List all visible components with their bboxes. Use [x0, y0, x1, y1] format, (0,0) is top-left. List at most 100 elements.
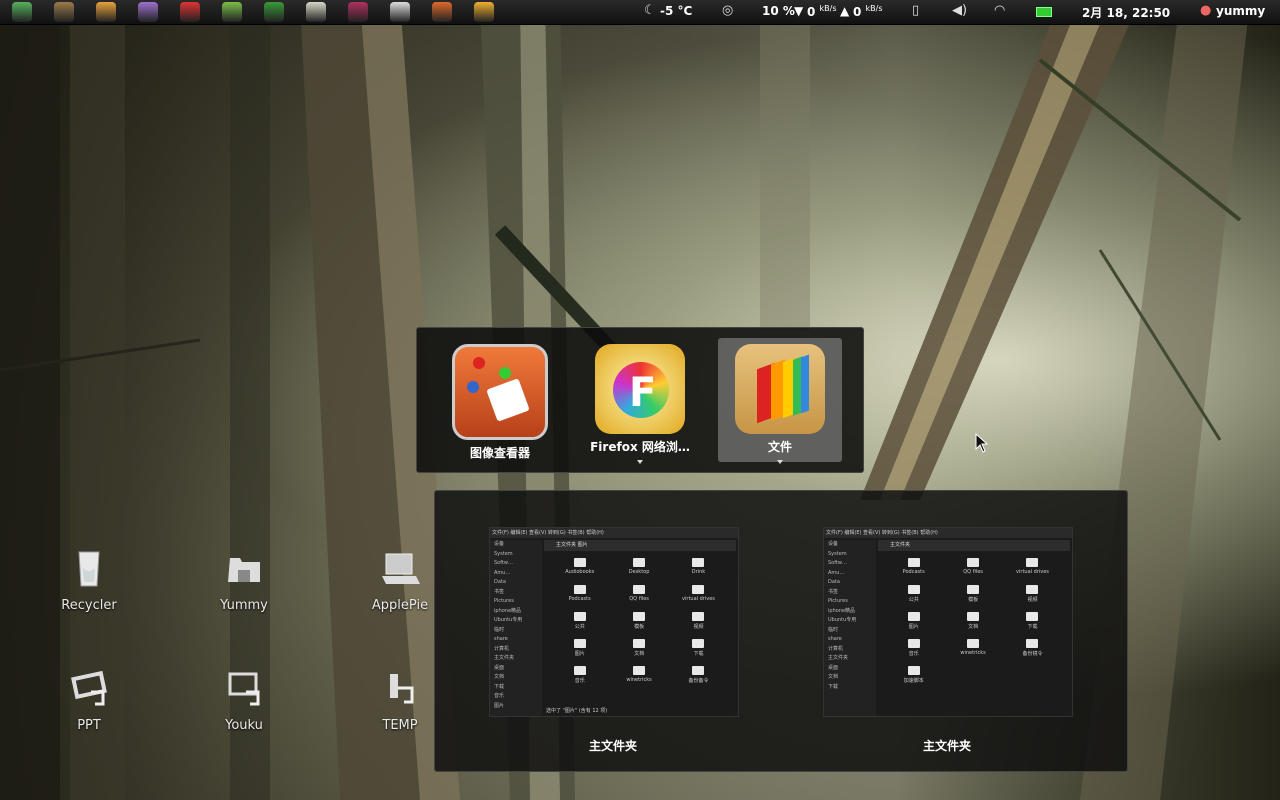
- chat-app-icon[interactable]: [138, 2, 158, 22]
- switcher-app-label: 文件: [767, 440, 792, 454]
- desktop-icon-label: TEMP: [382, 718, 418, 733]
- preview-sidebar: 设备 System Softw… Amu… Data 书签 Pictures iphone精品…: [490, 540, 542, 716]
- clock[interactable]: 2月 18, 22:50: [1082, 4, 1170, 21]
- folder-icon: [692, 639, 705, 648]
- color-app-icon[interactable]: [96, 2, 116, 22]
- folder-icon: [907, 666, 920, 675]
- preview-file-item: 音乐: [884, 636, 943, 663]
- preview-sidebar-item: 主文件夹: [494, 655, 515, 661]
- preview-menubar: 文件(F) 编辑(E) 查看(V) 转到(G) 书签(B) 帮助(H): [490, 528, 738, 538]
- folder-icon: [692, 666, 705, 675]
- desktop-icon-label: Youku: [225, 718, 263, 733]
- zebra-app-icon[interactable]: [390, 2, 410, 22]
- weather-text[interactable]: -5 °C: [660, 4, 692, 18]
- preview-file-item: 下载: [669, 636, 728, 663]
- folder-icon: [907, 558, 920, 567]
- image-viewer-icon: [452, 344, 548, 440]
- firefox-launcher-icon[interactable]: [474, 2, 494, 22]
- preview-file-item: winetricks: [943, 636, 1002, 663]
- folder-icon: [573, 666, 586, 675]
- folder-shortcut-icon: [390, 674, 414, 704]
- image-viewer-launcher-icon[interactable]: [432, 2, 452, 22]
- window-preview-home-2[interactable]: 文件(F) 编辑(E) 查看(V) 转到(G) 书签(B) 帮助(H) 设备 Sys…: [823, 527, 1073, 717]
- slides-shortcut-icon: [71, 670, 107, 706]
- desktop-icon-applepie[interactable]: ApplePie: [355, 548, 445, 613]
- volume-icon[interactable]: ◀): [952, 3, 967, 18]
- preview-sidebar-item: Softw…: [828, 560, 847, 566]
- preview-path-bar: 主文件夹: [878, 540, 1070, 551]
- desktop-icon-ppt[interactable]: PPT: [44, 668, 134, 733]
- download-arrow-icon: ▼: [794, 4, 804, 18]
- weed-app-icon[interactable]: [264, 2, 284, 22]
- preview-sidebar: 设备 System Softw… Amu… Data 书签 Pictures iphone精品…: [824, 540, 876, 716]
- download-speed[interactable]: 0 kB/s: [807, 4, 837, 19]
- preview-file-item: Audiobooks: [550, 555, 609, 582]
- user-name[interactable]: yummy: [1216, 4, 1265, 18]
- switcher-app-image-viewer[interactable]: 图像查看器: [438, 338, 562, 462]
- switcher-app-files[interactable]: 文件: [718, 338, 842, 464]
- user-avatar-icon: ●: [1200, 3, 1212, 18]
- window-preview-home-1[interactable]: 文件(F) 编辑(E) 查看(V) 转到(G) 书签(B) 帮助(H) 设备 Sys…: [489, 527, 739, 717]
- desktop-icon-yummy[interactable]: Yummy: [199, 548, 289, 613]
- preview-sidebar-item: iphone精品: [494, 607, 522, 614]
- preview-file-item: 文档: [609, 636, 668, 663]
- cat-app-icon[interactable]: [54, 2, 74, 22]
- preview-sidebar-item: share: [494, 636, 508, 642]
- preview-sidebar-item: Pictures: [494, 598, 514, 604]
- preview-file-item: 视频: [1003, 582, 1062, 609]
- desktop-icon-recycler[interactable]: Recycler: [44, 548, 134, 613]
- preview-sidebar-item: 设备: [494, 541, 505, 547]
- laptop-icon: [382, 553, 420, 584]
- window-preview-title: 主文件夹: [588, 739, 637, 753]
- preview-sidebar-item: iphone精品: [828, 607, 856, 614]
- preview-sidebar-item: 桌面: [828, 664, 839, 671]
- desktop-icon-label: Yummy: [220, 598, 268, 613]
- preview-file-item: Desktop: [609, 555, 668, 582]
- anime-app-icon[interactable]: [348, 2, 368, 22]
- switcher-app-label: 图像查看器: [469, 446, 530, 460]
- preview-file-item: 下载: [1003, 609, 1062, 636]
- preview-file-item: 视频: [669, 609, 728, 636]
- preview-sidebar-item: System: [494, 550, 513, 557]
- desktop-icon-label: ApplePie: [371, 598, 429, 613]
- preview-file-item: 模板: [609, 609, 668, 636]
- folder-icon: [633, 639, 646, 648]
- desktop-icon-label: PPT: [77, 718, 101, 733]
- battery-icon[interactable]: [1036, 7, 1052, 17]
- desktop-icon-temp[interactable]: TEMP: [355, 668, 445, 733]
- wifi-icon[interactable]: ◠: [994, 3, 1005, 18]
- preview-sidebar-item: 图片: [494, 702, 505, 709]
- preview-file-item: Podcasts: [550, 582, 609, 609]
- upload-arrow-icon: ▲: [840, 4, 850, 18]
- upload-speed[interactable]: 0 kB/s: [853, 4, 883, 19]
- mint-menu-icon[interactable]: [12, 2, 32, 22]
- preview-sidebar-item: 文档: [828, 674, 839, 680]
- cpu-usage[interactable]: 10 %: [762, 4, 795, 18]
- files-icon: [735, 344, 825, 434]
- switcher-app-label: Firefox 网络浏…: [590, 440, 690, 454]
- folder-icon: [573, 639, 586, 648]
- angry-bird-icon[interactable]: [180, 2, 200, 22]
- folder-icon: [633, 585, 646, 594]
- mahjong-icon[interactable]: [306, 2, 326, 22]
- chevron-down-icon: [777, 460, 783, 464]
- preview-file-item: 图片: [884, 609, 943, 636]
- folder-icon: [692, 612, 705, 621]
- folder-icon: [967, 612, 980, 621]
- folder-icon: [692, 585, 705, 594]
- preview-file-item: 公共: [550, 609, 609, 636]
- desktop-icon-youku[interactable]: Youku: [199, 668, 289, 733]
- android-icon[interactable]: [222, 2, 242, 22]
- folder-icon: [573, 558, 586, 567]
- preview-file-item: virtual drives: [669, 582, 728, 609]
- switcher-app-firefox[interactable]: F Firefox 网络浏…: [578, 338, 702, 464]
- clipboard-icon[interactable]: ▯: [912, 3, 919, 18]
- folder-icon: [633, 666, 646, 675]
- system-monitor-icon[interactable]: ◎: [722, 3, 733, 18]
- preview-file-item: 音乐: [550, 663, 609, 690]
- preview-sidebar-item: 音乐: [494, 693, 505, 699]
- preview-file-item: virtual drives: [1003, 555, 1062, 582]
- preview-file-item: 模板: [943, 582, 1002, 609]
- folder-icon: [967, 585, 980, 594]
- preview-sidebar-item: 桌面: [494, 664, 505, 671]
